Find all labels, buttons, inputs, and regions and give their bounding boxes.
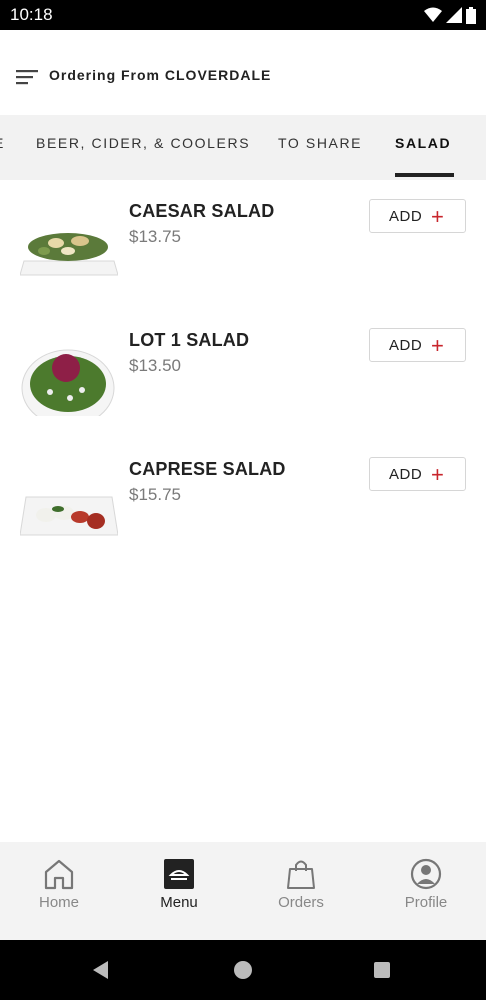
item-name: CAPRESE SALAD bbox=[129, 459, 286, 479]
back-icon[interactable] bbox=[92, 960, 110, 980]
system-navigation-bar bbox=[0, 940, 486, 1000]
nav-menu[interactable]: Menu bbox=[119, 842, 239, 940]
nav-orders-label: Orders bbox=[278, 894, 324, 911]
plus-icon: + bbox=[431, 204, 445, 229]
tab-previous-partial[interactable]: E bbox=[0, 115, 5, 180]
signal-icon bbox=[446, 7, 462, 23]
tab-salad[interactable]: SALAD bbox=[395, 115, 451, 180]
home-circle-icon[interactable] bbox=[234, 961, 252, 979]
wifi-icon bbox=[424, 7, 442, 22]
item-price: $13.75 bbox=[129, 227, 181, 246]
ordering-location-title[interactable]: Ordering From CLOVERDALE bbox=[49, 67, 271, 83]
add-label: ADD bbox=[389, 208, 423, 225]
nav-orders[interactable]: Orders bbox=[241, 842, 361, 940]
status-bar: 10:18 bbox=[0, 0, 486, 30]
add-button[interactable]: ADD + bbox=[369, 457, 466, 491]
add-button[interactable]: ADD + bbox=[369, 199, 466, 233]
tab-beer-cider-coolers[interactable]: BEER, CIDER, & COOLERS bbox=[36, 115, 250, 180]
hamburger-menu-icon[interactable] bbox=[16, 68, 38, 86]
nav-home-label: Home bbox=[38, 894, 79, 911]
menu-item-caprese-salad[interactable]: CAPRESE SALAD $15.75 ADD + bbox=[0, 457, 486, 567]
bottom-navigation: Home Menu Orders Profile bbox=[0, 842, 486, 940]
tab-to-share[interactable]: TO SHARE bbox=[278, 115, 362, 180]
add-button[interactable]: ADD + bbox=[369, 328, 466, 362]
menu-item-lot-1-salad[interactable]: LOT 1 SALAD $13.50 ADD + bbox=[0, 328, 486, 438]
item-name: CAESAR SALAD bbox=[129, 201, 275, 221]
nav-profile-label: Profile bbox=[404, 894, 448, 911]
item-name: LOT 1 SALAD bbox=[129, 330, 250, 350]
item-price: $15.75 bbox=[129, 485, 181, 504]
add-label: ADD bbox=[389, 466, 423, 483]
home-icon bbox=[44, 859, 74, 890]
profile-icon bbox=[410, 858, 442, 890]
plus-icon: + bbox=[431, 462, 445, 487]
status-icons bbox=[424, 6, 476, 24]
lot-1-salad-image bbox=[21, 349, 115, 416]
nav-home[interactable]: Home bbox=[0, 842, 119, 940]
battery-icon bbox=[466, 6, 476, 24]
header: Ordering From CLOVERDALE bbox=[0, 30, 486, 115]
add-label: ADD bbox=[389, 337, 423, 354]
recents-icon[interactable] bbox=[374, 962, 390, 978]
active-tab-indicator bbox=[395, 173, 454, 177]
caprese-salad-image bbox=[20, 496, 118, 536]
shopping-bag-icon bbox=[287, 860, 315, 889]
menu-item-caesar-salad[interactable]: CAESAR SALAD $13.75 ADD + bbox=[0, 199, 486, 309]
nav-profile[interactable]: Profile bbox=[366, 842, 486, 940]
menu-icon bbox=[164, 859, 194, 889]
category-tabs: E BEER, CIDER, & COOLERS TO SHARE SALAD bbox=[0, 115, 486, 180]
plus-icon: + bbox=[431, 333, 445, 358]
status-time: 10:18 bbox=[10, 5, 53, 24]
nav-menu-label: Menu bbox=[160, 894, 198, 911]
caesar-salad-image bbox=[20, 233, 118, 276]
item-price: $13.50 bbox=[129, 356, 181, 375]
